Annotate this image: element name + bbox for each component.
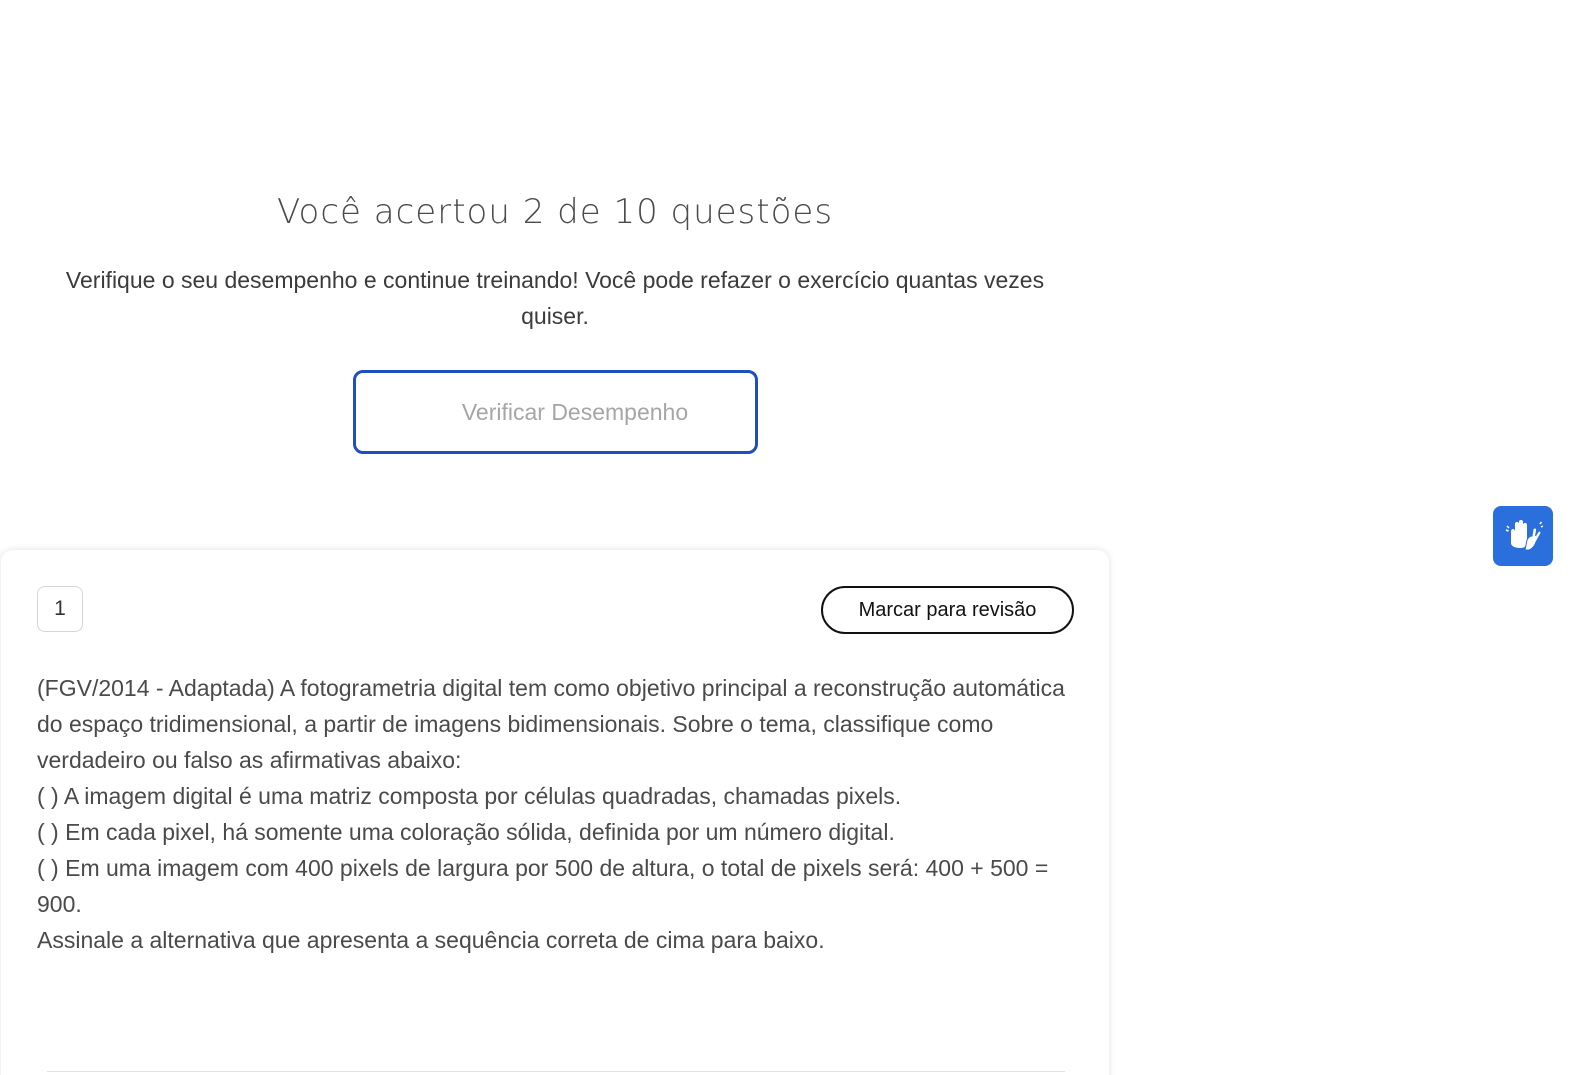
result-subtitle: Verifique o seu desempenho e continue tr… [65,267,1045,329]
result-title: Você acertou 2 de 10 questões [276,192,834,232]
accessibility-widget-button[interactable] [1493,506,1553,566]
question-paragraph: (FGV/2014 - Adaptada) A fotogrametria di… [37,675,1065,773]
question-number-badge: 1 [37,586,83,632]
question-card: 1 Marcar para revisão (FGV/2014 - Adapta… [1,550,1109,1075]
sign-language-hands-icon [1503,514,1544,559]
question-affirmative: ( ) A imagem digital é uma matriz compos… [37,783,902,809]
question-statement: (FGV/2014 - Adaptada) A fotogrametria di… [37,670,1077,958]
question-affirmative: ( ) Em cada pixel, há somente uma colora… [37,819,895,845]
mark-for-review-button[interactable]: Marcar para revisão [821,586,1074,634]
question-instruction: Assinale a alternativa que apresenta a s… [37,927,825,953]
divider [47,1071,1065,1072]
verify-performance-button[interactable]: Verificar Desempenho [353,370,758,454]
question-affirmative: ( ) Em uma imagem com 400 pixels de larg… [37,855,1049,917]
